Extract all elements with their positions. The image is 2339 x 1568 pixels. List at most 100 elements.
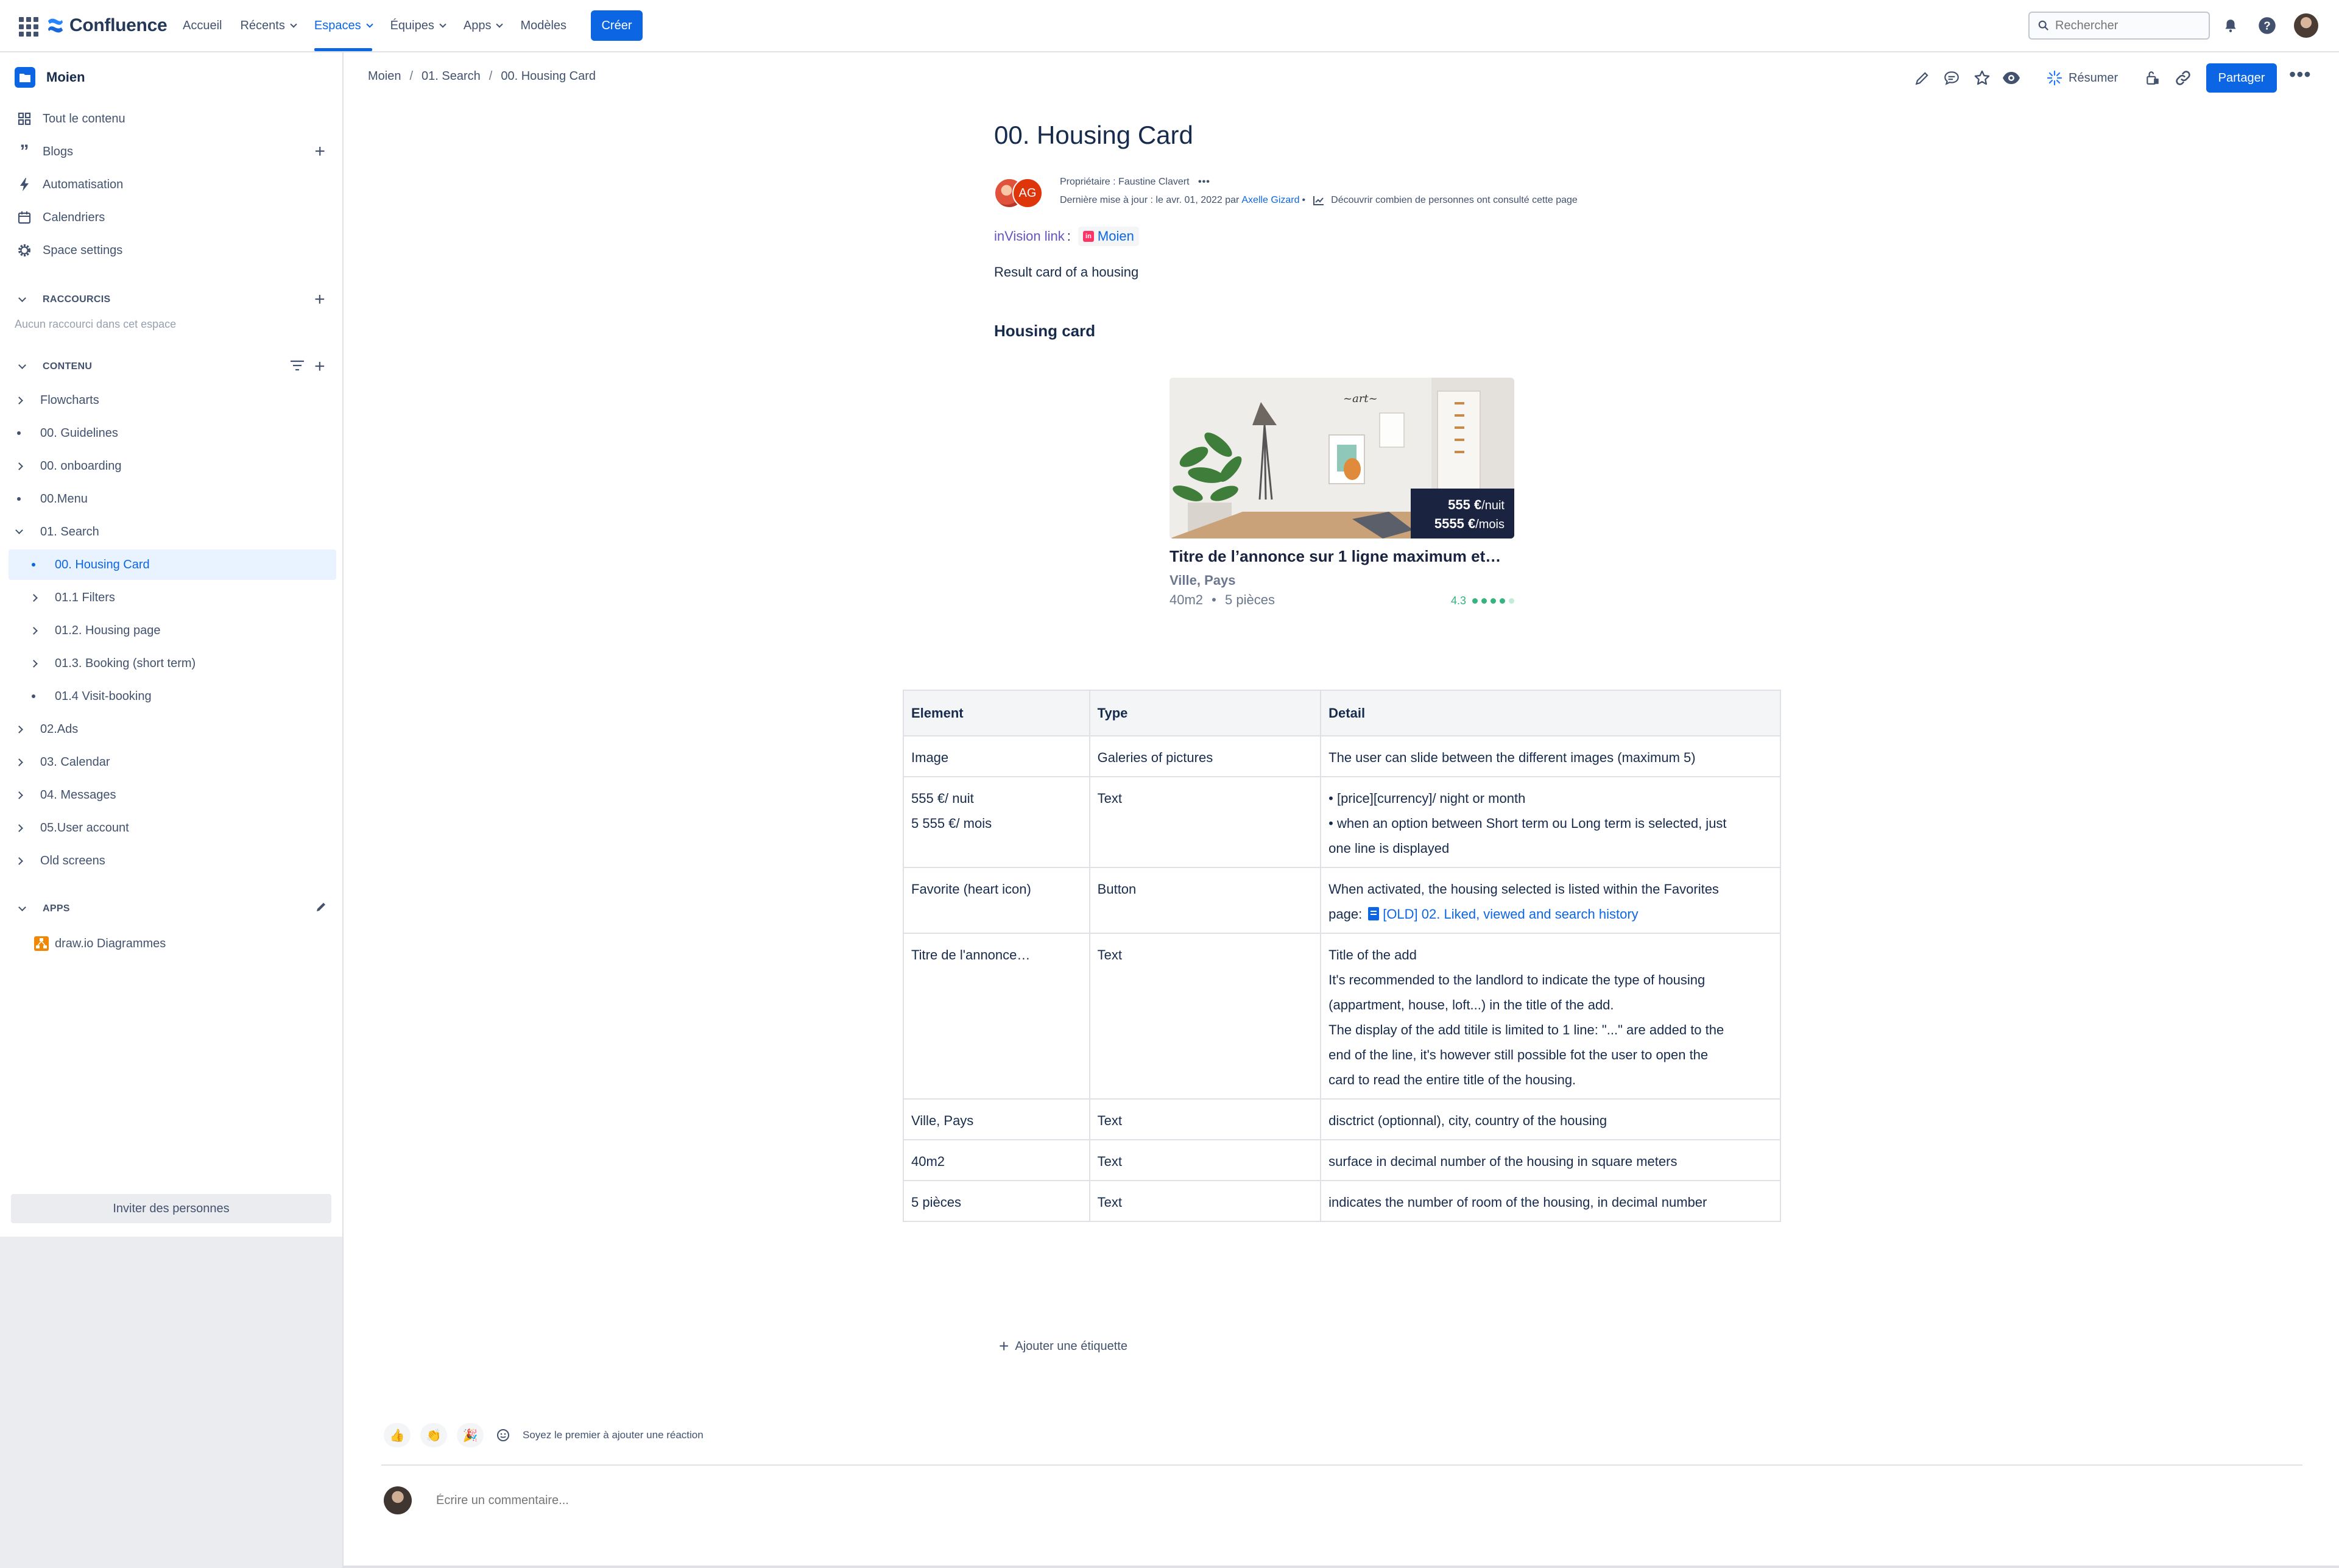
housing-rooms: 5 pièces [1225,592,1275,607]
search-input[interactable] [2055,18,2195,33]
tree-item[interactable]: 01.3. Booking (short term) [9,648,336,679]
chevron-right-icon[interactable] [9,856,29,865]
notifications-icon[interactable] [2220,15,2242,37]
chevron-right-icon[interactable] [23,626,44,635]
tree-item[interactable]: 00. onboarding [9,451,336,481]
chevron-down-icon [10,903,34,911]
add-label-button[interactable]: + Ajouter une étiquette [999,1338,1127,1355]
tree-item-label: 00. onboarding [40,459,122,473]
watch-eye-icon[interactable] [2000,67,2022,89]
tree-item[interactable]: 00.Menu [9,484,336,514]
tree-item[interactable]: 01.4 Visit-booking [9,681,336,712]
sidebar-item-all-content[interactable]: Tout le contenu [10,104,335,134]
chevron-right-icon[interactable] [9,791,29,799]
help-icon[interactable]: ? [2256,15,2278,37]
copy-link-icon[interactable] [2172,67,2194,89]
app-drawio[interactable]: draw.io Diagrammes [34,928,326,959]
tree-item[interactable]: 01. Search [9,517,336,547]
app-switcher-icon[interactable] [17,15,38,37]
page-link[interactable]: [OLD] 02. Liked, viewed and search histo… [1368,906,1639,922]
tree-item[interactable]: 01.1 Filters [9,582,336,613]
tree-item[interactable]: 00. Guidelines [9,418,336,448]
chevron-right-icon[interactable] [9,462,29,470]
chevron-right-icon[interactable] [9,824,29,832]
menu-apps[interactable]: Apps [464,0,504,51]
chevron-right-icon[interactable] [9,396,29,404]
tree-item[interactable]: Old screens [9,846,336,876]
tree-item[interactable]: 02.Ads [9,714,336,744]
restrictions-lock-icon[interactable] [2142,67,2164,89]
tree-item[interactable]: Flowcharts [9,385,336,415]
breadcrumb-item[interactable]: Moien [368,69,401,83]
edit-pencil-icon[interactable] [316,902,326,916]
add-content-icon[interactable]: + [314,358,325,376]
sidebar-item-calendars[interactable]: Calendriers [10,202,335,233]
breadcrumb-item[interactable]: 01. Search [422,69,481,83]
cell-line: one line is displayed [1328,836,1773,861]
tree-item[interactable]: 03. Calendar [9,747,336,777]
invite-people-button[interactable]: Inviter des personnes [11,1194,331,1223]
create-button[interactable]: Créer [591,10,643,41]
cell-detail: When activated, the housing selected is … [1320,867,1781,934]
section-heading: Housing card [994,322,1096,340]
calendar-icon [12,211,37,224]
content-section-header[interactable]: CONTENU + [10,355,335,379]
housing-card-image[interactable]: ~art~ 555 €/nuit 5555 €/mois Titre de l’… [1170,378,1514,615]
thumbs-up-icon[interactable]: 👍 [384,1423,411,1447]
chevron-right-icon[interactable] [23,659,44,668]
tree-item[interactable]: 00. Housing Card [9,549,336,580]
sidebar-item-automation[interactable]: Automatisation [10,169,335,200]
chevron-right-icon[interactable] [23,593,44,602]
breadcrumb-item[interactable]: 00. Housing Card [501,69,596,83]
invision-link-text: Moien [1097,228,1134,244]
shortcuts-section-header[interactable]: RACCOURCIS + [10,288,335,312]
tree-item[interactable]: 01.2. Housing page [9,615,336,646]
add-shortcut-icon[interactable]: + [314,291,325,309]
apps-section-header[interactable]: APPS [10,897,335,921]
filter-icon[interactable] [290,359,305,375]
sidebar-item-blogs[interactable]: ” Blogs + [10,136,335,167]
search-box[interactable] [2028,12,2210,40]
add-reaction-icon[interactable] [493,1423,513,1447]
chevron-down-icon[interactable] [9,526,29,534]
analytics-link[interactable]: Découvrir combien de personnes ont consu… [1331,195,1578,206]
menu-recents[interactable]: Récents [240,0,297,51]
menu-espaces[interactable]: Espaces [314,0,373,51]
clap-icon[interactable]: 👏 [420,1423,447,1447]
space-header[interactable]: Moien [15,67,85,88]
updated-author-link[interactable]: Axelle Gizard [1241,195,1299,206]
menu-accueil[interactable]: Accueil [183,0,222,51]
star-icon[interactable] [1971,67,1993,89]
tree-item-label: 01.3. Booking (short term) [55,656,196,670]
divider [381,1464,2302,1466]
quote-icon: ” [19,141,29,161]
profile-avatar[interactable] [2294,13,2318,38]
confluence-logo[interactable]: Confluence [46,13,168,38]
menu-equipes[interactable]: Équipes [390,0,446,51]
sidebar-item-space-settings[interactable]: Space settings [10,235,335,266]
add-blog-icon[interactable]: + [314,143,325,161]
menu-modeles[interactable]: Modèles [520,0,566,51]
cell-line: surface in decimal number of the housing… [1328,1149,1773,1174]
cell-text: When activated, the housing selected is … [1328,881,1719,897]
chevron-right-icon[interactable] [9,725,29,733]
cell-line: The user can slide between the different… [1328,745,1773,770]
comment-input[interactable] [436,1493,802,1508]
share-button[interactable]: Partager [2206,63,2277,93]
more-actions-icon[interactable]: ••• [2289,65,2312,84]
tree-item-label: 04. Messages [40,788,116,802]
chevron-right-icon[interactable] [9,758,29,766]
comment-icon[interactable] [1941,67,1963,89]
party-icon[interactable]: 🎉 [457,1423,484,1447]
cell-element: Ville, Pays [903,1098,1090,1140]
tree-item[interactable]: 04. Messages [9,780,336,810]
tree-item[interactable]: 05.User account [9,813,336,843]
editor-avatar[interactable]: AG [1012,178,1043,208]
cell-detail: • [price][currency]/ night or month • whe… [1320,776,1781,868]
more-icon[interactable]: ••• [1198,177,1210,187]
summarize-button[interactable]: Résumer [2047,65,2118,91]
price-tag: 555 €/nuit 5555 €/mois [1411,489,1514,539]
cell-element: Titre de l'annonce… [903,933,1090,1100]
invision-smart-link[interactable]: in Moien [1078,227,1139,246]
edit-pencil-icon[interactable] [1911,67,1933,89]
